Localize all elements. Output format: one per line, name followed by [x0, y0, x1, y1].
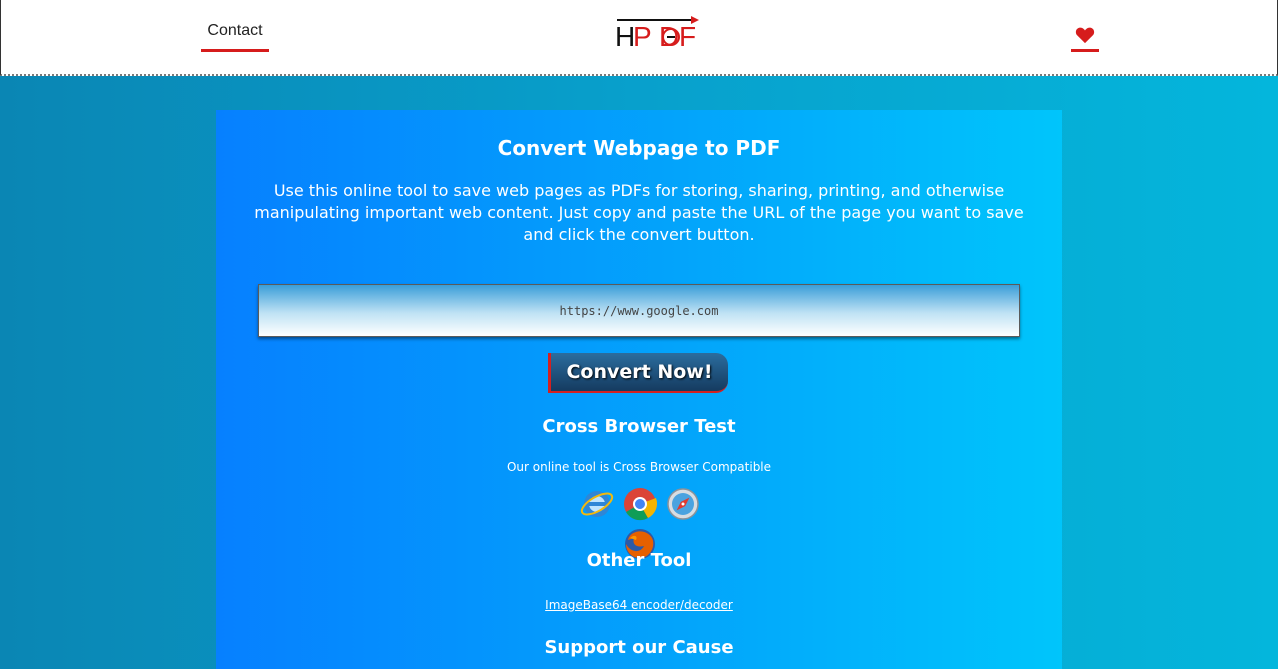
imagebase64-link[interactable]: ImageBase64 encoder/decoder: [216, 598, 1062, 612]
internet-explorer-icon: [579, 486, 615, 522]
hpdf-logo[interactable]: H P D F: [613, 14, 705, 54]
converter-panel: Convert Webpage to PDF Use this online t…: [216, 110, 1062, 669]
cross-browser-heading: Cross Browser Test: [542, 416, 736, 437]
intro-text: Use this online tool to save web pages a…: [254, 181, 1024, 244]
browser-icons: [564, 486, 716, 559]
heart-icon: [1075, 27, 1095, 44]
page-title: Convert Webpage to PDF: [497, 136, 781, 160]
favorite-link[interactable]: [1071, 22, 1099, 52]
svg-text:P: P: [633, 21, 652, 52]
cross-browser-text: Our online tool is Cross Browser Compati…: [506, 460, 772, 474]
url-input[interactable]: [258, 284, 1020, 337]
svg-text:F: F: [679, 21, 696, 52]
nav-contact-link[interactable]: Contact: [201, 22, 269, 52]
convert-now-button[interactable]: Convert Now!: [548, 353, 728, 393]
top-navbar: Contact H P D F: [0, 0, 1278, 76]
safari-icon: [665, 486, 701, 522]
chrome-icon: [622, 486, 658, 522]
support-heading: Support our Cause: [544, 637, 734, 658]
svg-text:D: D: [659, 21, 679, 52]
other-tool-heading: Other Tool: [586, 550, 692, 571]
